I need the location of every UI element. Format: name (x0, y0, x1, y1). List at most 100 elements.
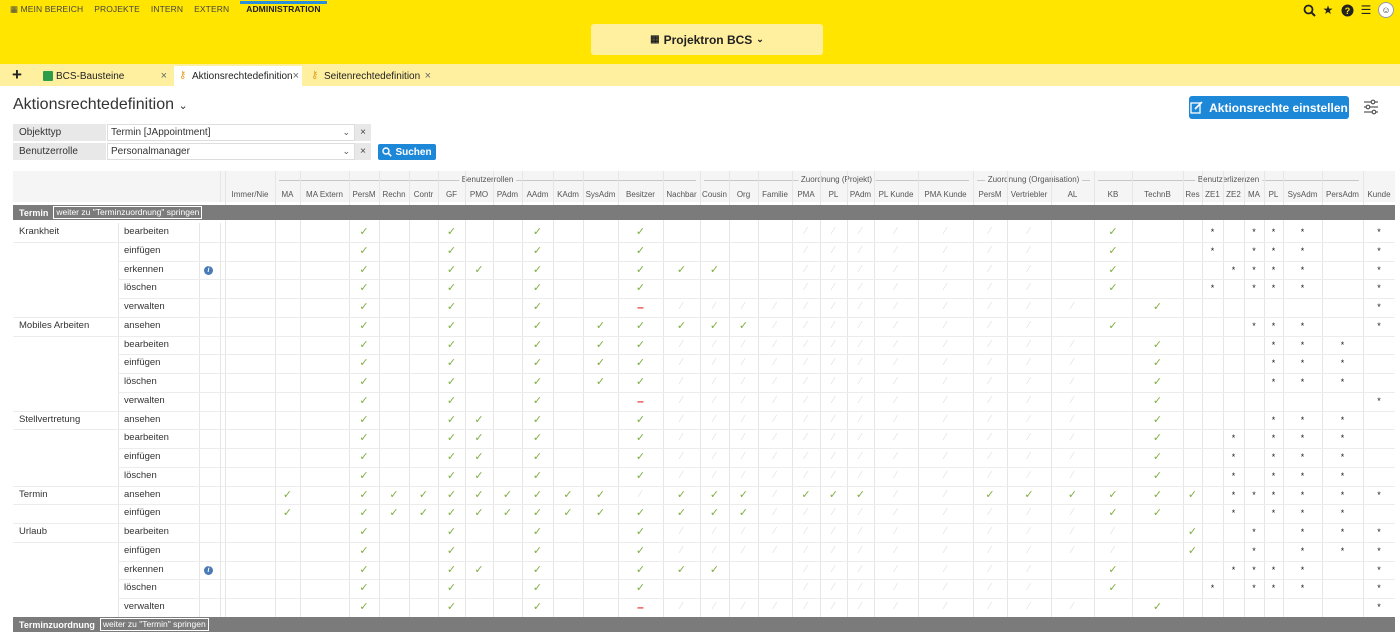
object-label: Mobiles Arbeiten (19, 319, 90, 331)
aktionsrechte-einstellen-button[interactable]: Aktionsrechte einstellen (1189, 96, 1349, 119)
close-icon[interactable]: × (425, 70, 431, 82)
filter-settings-icon[interactable] (1363, 99, 1379, 115)
row-divider (118, 373, 1395, 374)
close-icon[interactable]: × (161, 70, 167, 82)
star-icon[interactable]: ★ (1321, 3, 1335, 17)
not-applicable-icon: ⁄ (944, 601, 947, 612)
tab-aktionsrechtedefinition[interactable]: ⚷ Aktionsrechtedefinition × (174, 66, 302, 86)
not-applicable-icon: ⁄ (989, 394, 991, 406)
not-applicable-icon: ⁄ (944, 226, 947, 237)
column-header: Vertriebler (1010, 190, 1048, 199)
column-divider (553, 171, 554, 617)
not-applicable-icon: ⁄ (1071, 394, 1074, 406)
close-icon[interactable]: × (293, 70, 299, 82)
page-title[interactable]: Aktionsrechtedefinition ⌄ (13, 96, 188, 114)
check-icon: ✓ (532, 319, 543, 332)
benutzerrolle-select[interactable]: Personalmanager ⌄ (107, 143, 355, 160)
main-navigation: ▦ MEIN BEREICH PROJEKTE INTERN EXTERN AD… (10, 0, 338, 18)
not-applicable-icon: ⁄ (639, 488, 642, 500)
check-icon: ✓ (1152, 488, 1163, 501)
not-applicable-icon: ⁄ (774, 526, 776, 537)
not-applicable-icon: ⁄ (832, 469, 835, 481)
not-applicable-icon: ⁄ (774, 507, 776, 519)
column-divider (1202, 171, 1203, 617)
jump-to-terminzuordnung-button[interactable]: weiter zu "Terminzuordnung" springen (53, 206, 203, 219)
check-icon: ✓ (676, 507, 687, 520)
license-icon: * (1377, 564, 1381, 575)
not-applicable-icon: ⁄ (713, 301, 716, 312)
check-icon: ✓ (474, 432, 484, 445)
license-icon: * (1271, 320, 1276, 331)
check-icon: ✓ (1108, 582, 1118, 595)
clear-objekttyp-button[interactable]: × (355, 124, 371, 141)
check-icon: ✓ (709, 507, 720, 520)
nav-mein-bereich[interactable]: ▦ MEIN BEREICH (10, 4, 83, 15)
not-applicable-icon: ⁄ (713, 526, 716, 537)
check-icon: ✓ (985, 488, 995, 501)
column-divider (438, 171, 439, 617)
not-applicable-icon: ⁄ (1071, 432, 1074, 444)
not-applicable-icon: ⁄ (805, 507, 807, 519)
not-applicable-icon: ⁄ (774, 488, 776, 500)
search-button[interactable]: Suchen (378, 144, 436, 160)
check-icon: ✓ (359, 451, 369, 463)
license-icon: * (1377, 527, 1381, 537)
help-icon[interactable]: ? (1340, 3, 1354, 17)
not-applicable-icon: ⁄ (774, 338, 776, 350)
column-divider (349, 171, 350, 617)
check-icon: ✓ (1108, 282, 1118, 295)
not-applicable-icon: ⁄ (774, 357, 776, 369)
not-applicable-icon: ⁄ (832, 263, 835, 275)
tab-seitenrechtedefinition[interactable]: ⚷ Seitenrechtedefinition × (306, 66, 434, 86)
not-applicable-icon: ⁄ (742, 544, 745, 556)
license-icon: * (1231, 470, 1236, 481)
not-applicable-icon: ⁄ (859, 357, 862, 369)
nav-extern[interactable]: EXTERN (194, 4, 229, 14)
denied-icon: – (637, 393, 644, 408)
row-divider (118, 579, 1395, 581)
tab-bcs-bausteine[interactable]: BCS-Bausteine × (38, 66, 170, 86)
check-icon: ✓ (446, 338, 457, 351)
not-applicable-icon: ⁄ (944, 263, 947, 275)
action-label: einfügen (124, 244, 161, 256)
nav-intern[interactable]: INTERN (151, 4, 183, 14)
not-applicable-icon: ⁄ (832, 526, 835, 537)
objekttyp-select[interactable]: Termin [JAppointment] ⌄ (107, 124, 355, 141)
row-divider (118, 466, 1395, 468)
tab-bar: + BCS-Bausteine × ⚷ Aktionsrechtedefinit… (0, 64, 1400, 86)
menu-icon[interactable]: ☰ (1359, 3, 1373, 17)
license-icon: * (1300, 283, 1305, 294)
column-divider (300, 171, 301, 617)
column-header: PMA (797, 190, 815, 199)
not-applicable-icon: ⁄ (805, 601, 807, 612)
license-icon: * (1271, 339, 1276, 350)
license-icon: * (1340, 433, 1345, 444)
check-icon: ✓ (595, 376, 606, 388)
benutzerrolle-label: Benutzerrolle (13, 143, 106, 160)
project-selector[interactable]: ▦ Projektron BCS ⌄ (591, 24, 823, 55)
search-icon[interactable] (1302, 3, 1316, 17)
avatar[interactable]: ☺ (1378, 2, 1394, 18)
row-divider (118, 298, 1395, 299)
nav-administration[interactable]: ADMINISTRATION (240, 1, 328, 14)
row-divider (118, 391, 1395, 393)
not-applicable-icon: ⁄ (944, 544, 947, 556)
license-icon: * (1210, 283, 1215, 294)
row-divider (13, 410, 1395, 412)
add-tab-button[interactable]: + (12, 65, 22, 85)
info-icon[interactable]: i (204, 565, 213, 575)
not-applicable-icon: ⁄ (680, 338, 683, 350)
check-icon: ✓ (446, 544, 457, 557)
license-icon: * (1252, 320, 1256, 331)
not-applicable-icon: ⁄ (944, 357, 947, 369)
not-applicable-icon: ⁄ (713, 544, 716, 556)
info-icon[interactable]: i (204, 265, 213, 275)
row-divider (118, 448, 1395, 449)
clear-benutzerrolle-button[interactable]: × (355, 143, 371, 160)
nav-projekte[interactable]: PROJEKTE (94, 4, 140, 14)
jump-to-termin-button[interactable]: weiter zu "Termin" springen (99, 618, 209, 632)
action-label: bearbeiten (124, 526, 169, 537)
not-applicable-icon: ⁄ (944, 451, 947, 462)
check-icon: ✓ (532, 544, 543, 557)
not-applicable-icon: ⁄ (832, 451, 835, 462)
